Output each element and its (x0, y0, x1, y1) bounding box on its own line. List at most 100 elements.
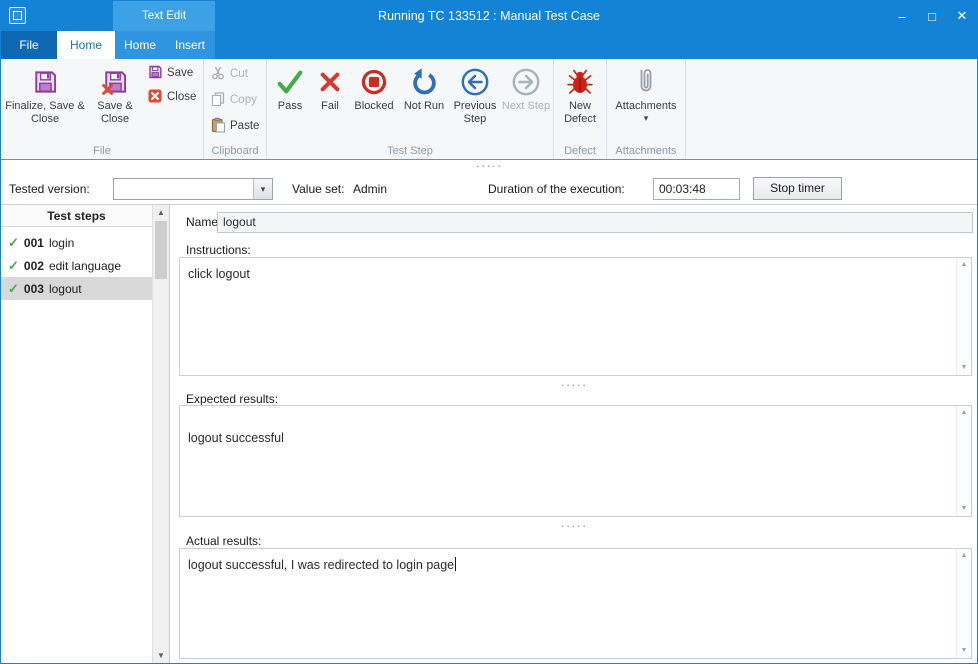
stop-timer-button[interactable]: Stop timer (753, 177, 842, 200)
group-label-clipboard: Clipboard (204, 145, 266, 157)
contextual-tab-group-header: Text Edit (113, 1, 215, 31)
close-button[interactable]: Close (143, 85, 201, 109)
scroll-down-icon[interactable]: ▼ (957, 503, 971, 515)
instructions-textarea[interactable]: click logout ▲ ▼ (179, 257, 972, 376)
tab-contextual-insert[interactable]: Insert (165, 31, 215, 59)
button-label: Previous Step (449, 100, 501, 126)
save-and-close-button[interactable]: Save & Close (87, 61, 143, 126)
scroll-up-icon[interactable]: ▲ (957, 259, 971, 271)
tab-file[interactable]: File (1, 31, 57, 59)
contextual-tabs: Home Insert (115, 31, 215, 59)
paperclip-icon (633, 65, 659, 98)
test-steps-panel: Test steps ✓ 001 login ✓ 002 edit langua… (1, 205, 170, 663)
button-label: Save (167, 67, 193, 79)
duration-input[interactable]: 00:03:48 (653, 178, 740, 200)
button-label: Not Run (399, 100, 449, 113)
copy-button: Copy (206, 87, 264, 113)
pass-check-icon (275, 65, 305, 98)
list-item-step-001[interactable]: ✓ 001 login (1, 231, 152, 254)
tab-contextual-home[interactable]: Home (115, 31, 165, 59)
clipboard-icon (210, 117, 226, 136)
scroll-down-icon[interactable]: ▼ (153, 648, 169, 663)
pass-button[interactable]: Pass (269, 61, 311, 113)
not-run-undo-icon (409, 65, 439, 98)
not-run-button[interactable]: Not Run (399, 61, 449, 113)
ribbon-group-test-step: Pass Fail Blocked Not Run Previous Step … (267, 59, 554, 159)
step-number: 002 (24, 259, 44, 273)
check-icon: ✓ (8, 281, 19, 297)
instructions-scrollbar[interactable]: ▲ ▼ (956, 258, 971, 375)
steps-scrollbar[interactable]: ▲ ▼ (152, 205, 169, 663)
button-label: Finalize, Save & Close (3, 100, 87, 126)
maximize-button[interactable]: □ (917, 1, 947, 31)
tab-home-selected[interactable]: Home (57, 31, 115, 59)
minimize-button[interactable]: – (887, 1, 917, 31)
button-label: Attachments (609, 100, 683, 113)
step-number: 001 (24, 236, 44, 250)
scroll-up-icon[interactable]: ▲ (957, 550, 971, 562)
expected-scrollbar[interactable]: ▲ ▼ (956, 406, 971, 516)
save-button[interactable]: Save (143, 61, 201, 85)
instructions-splitter-handle[interactable]: ····· (171, 379, 977, 392)
ribbon-group-defect: New Defect Defect (554, 59, 607, 159)
ribbon-group-file: Finalize, Save & Close Save & Close Save… (1, 59, 204, 159)
instructions-text: click logout (188, 266, 949, 282)
actual-scrollbar[interactable]: ▲ ▼ (956, 549, 971, 658)
attachments-button[interactable]: Attachments ▾ (609, 61, 683, 122)
file-small-buttons: Save Close (143, 61, 201, 109)
group-label-file: File (1, 145, 203, 157)
step-editor: Name: logout Instructions: click logout … (171, 205, 977, 663)
scrollbar-thumb[interactable] (155, 221, 167, 279)
previous-step-button[interactable]: Previous Step (449, 61, 501, 126)
name-input[interactable]: logout (217, 212, 973, 233)
ribbon: Finalize, Save & Close Save & Close Save… (1, 59, 977, 160)
group-label-test-step: Test Step (267, 145, 553, 157)
new-defect-button[interactable]: New Defect (556, 61, 604, 126)
button-label: Copy (230, 94, 257, 106)
save-close-icon (101, 65, 129, 98)
paste-button[interactable]: Paste (206, 113, 264, 139)
duration-label: Duration of the execution: (488, 182, 625, 196)
actual-results-textarea[interactable]: logout successful, I was redirected to l… (179, 548, 972, 659)
window-controls: – □ ✕ (887, 1, 977, 31)
button-label: Cut (230, 68, 248, 80)
button-label: Paste (230, 120, 259, 132)
button-label: Fail (311, 100, 349, 113)
tested-version-label: Tested version: (9, 182, 90, 196)
next-arrow-icon (511, 65, 541, 98)
fail-button[interactable]: Fail (311, 61, 349, 113)
scroll-down-icon[interactable]: ▼ (957, 362, 971, 374)
cut-button: Cut (206, 61, 264, 87)
test-steps-header: Test steps (1, 205, 152, 227)
manual-test-case-window: Running TC 133512 : Manual Test Case Tex… (0, 0, 978, 664)
value-set-label: Value set: (292, 182, 344, 196)
expected-results-textarea[interactable]: logout successful ▲ ▼ (179, 405, 972, 517)
scroll-up-icon[interactable]: ▲ (153, 205, 169, 220)
scroll-down-icon[interactable]: ▼ (957, 645, 971, 657)
expected-splitter-handle[interactable]: ····· (171, 520, 977, 533)
button-label: Close (167, 91, 196, 103)
step-number: 003 (24, 282, 44, 296)
expected-results-label: Expected results: (186, 392, 278, 406)
check-icon: ✓ (8, 258, 19, 274)
ribbon-splitter-handle[interactable]: ····· (1, 160, 977, 173)
combobox-dropdown-icon[interactable]: ▾ (253, 179, 272, 199)
close-window-button[interactable]: ✕ (947, 1, 977, 31)
group-label-defect: Defect (554, 145, 606, 157)
step-label: login (49, 236, 74, 250)
step-label: edit language (49, 259, 121, 273)
blocked-button[interactable]: Blocked (349, 61, 399, 113)
dropdown-caret-icon[interactable]: ▾ (644, 114, 649, 122)
button-label: Blocked (349, 100, 399, 113)
ribbon-group-clipboard: Cut Copy Paste Clipboard (204, 59, 267, 159)
finalize-save-close-button[interactable]: Finalize, Save & Close (3, 61, 87, 126)
list-item-step-002[interactable]: ✓ 002 edit language (1, 254, 152, 277)
ribbon-group-attachments: Attachments ▾ Attachments (607, 59, 686, 159)
list-item-step-003-selected[interactable]: ✓ 003 logout (1, 277, 152, 300)
instructions-label: Instructions: (186, 243, 251, 257)
check-icon: ✓ (8, 235, 19, 251)
tested-version-combobox[interactable]: ▾ (113, 178, 273, 200)
scroll-up-icon[interactable]: ▲ (957, 407, 971, 419)
content-area: Test steps ✓ 001 login ✓ 002 edit langua… (1, 205, 977, 663)
test-steps-list: ✓ 001 login ✓ 002 edit language ✓ 003 lo… (1, 231, 152, 663)
